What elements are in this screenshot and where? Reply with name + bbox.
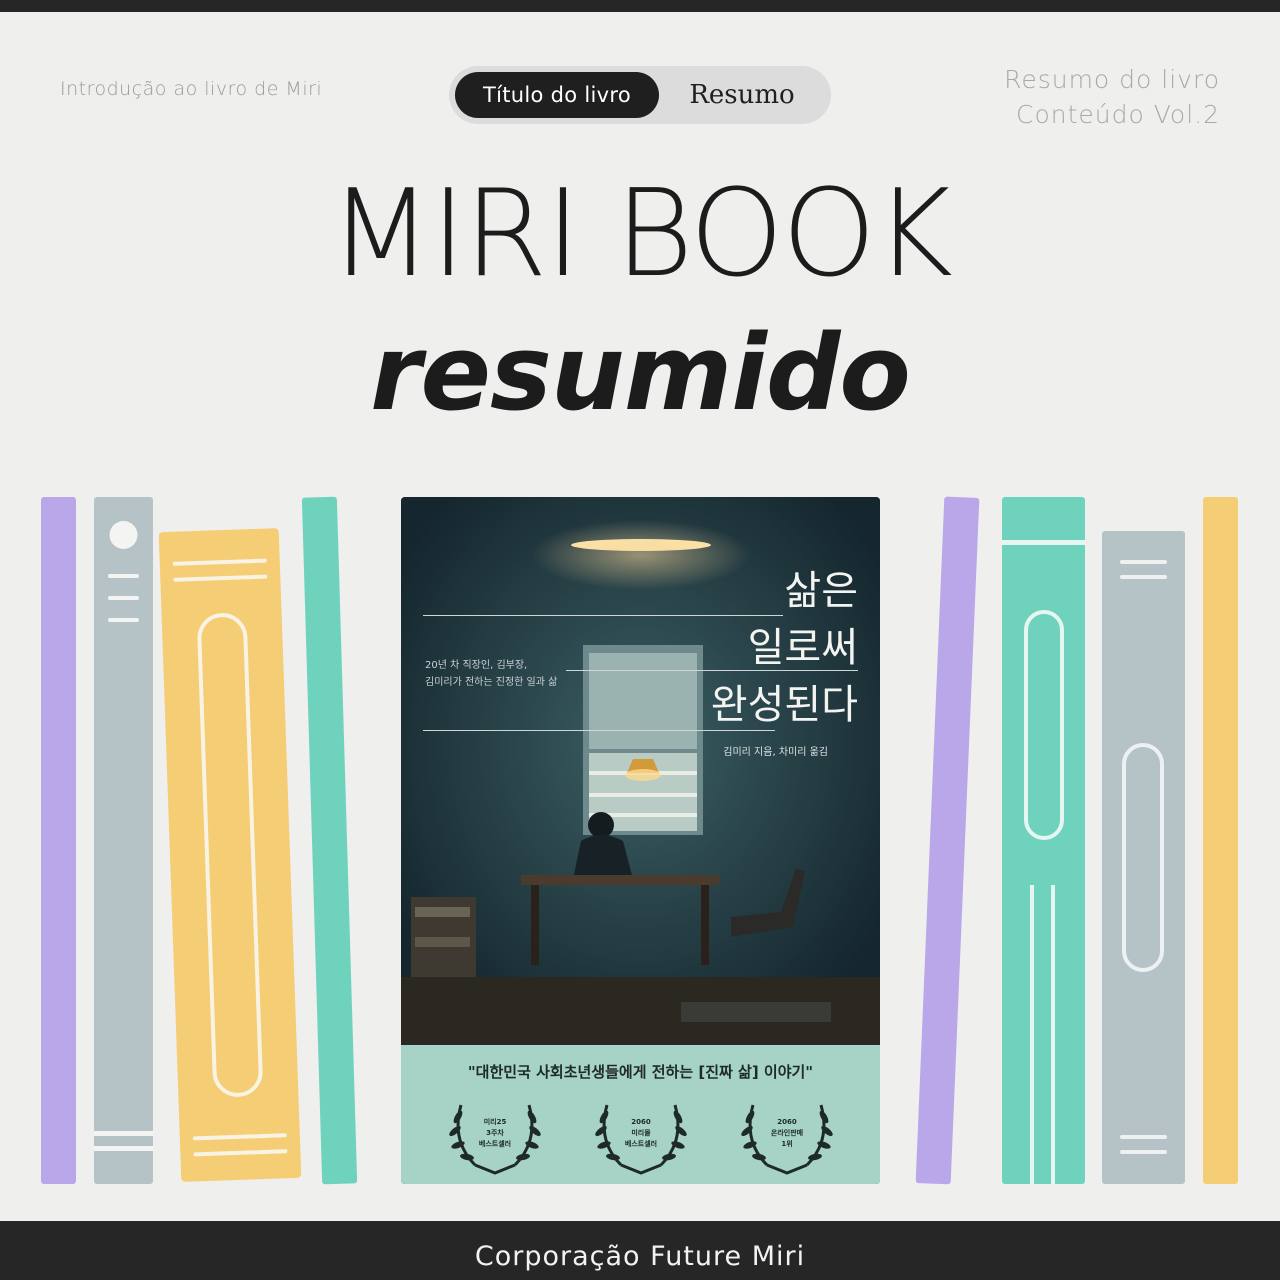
book-subtitle-line-2: 김미리가 전하는 진정한 일과 삶 — [425, 677, 558, 688]
spine-purple-left — [41, 497, 76, 1184]
book-title-line-1: 삶은 — [784, 568, 858, 614]
book-cover[interactable]: 삶은 일로써 완성된다 20년 차 직장인, 김부장, 김미리가 전하는 진정한… — [401, 497, 880, 1184]
spine-gray-left — [94, 497, 153, 1184]
award-badge-2: 2060 미리몰 베스트셀러 — [591, 1095, 691, 1175]
spine-teal-right — [1002, 497, 1085, 1184]
book-title: 삶은 일로써 완성된다 — [711, 563, 858, 734]
book-quote: "대한민국 사회초년생들에게 전하는 [진짜 삶] 이야기" — [467, 1063, 814, 1081]
book-band: "대한민국 사회초년생들에게 전하는 [진짜 삶] 이야기" 미리25 3주차 … — [401, 1045, 880, 1184]
award-text-2: 2060 미리몰 베스트셀러 — [624, 1118, 658, 1148]
spine-purple-right — [915, 496, 980, 1185]
book-subtitle-line-1: 20년 차 직장인, 김부장, — [425, 660, 528, 671]
spine-yellow-left — [158, 528, 302, 1182]
award-text-1: 미리25 3주차 베스트셀러 — [478, 1118, 512, 1148]
award-text-3: 2060 온라인판매 1위 — [770, 1118, 804, 1148]
book-title-line-2: 일로써 — [747, 625, 858, 671]
spine-yellow-right — [1203, 497, 1238, 1184]
book-subtitle: 20년 차 직장인, 김부장, 김미리가 전하는 진정한 일과 삶 — [425, 657, 557, 691]
spine-teal-left — [301, 496, 358, 1185]
footer-company: Corporação Future Miri — [0, 1221, 1280, 1280]
spine-gray-right — [1102, 531, 1185, 1184]
award-badge-1: 미리25 3주차 베스트셀러 — [445, 1095, 545, 1175]
book-author: 김미리 지음, 차미리 옮김 — [723, 747, 828, 758]
award-badge-3: 2060 온라인판매 1위 — [737, 1095, 837, 1175]
book-title-line-3: 완성된다 — [710, 682, 858, 728]
